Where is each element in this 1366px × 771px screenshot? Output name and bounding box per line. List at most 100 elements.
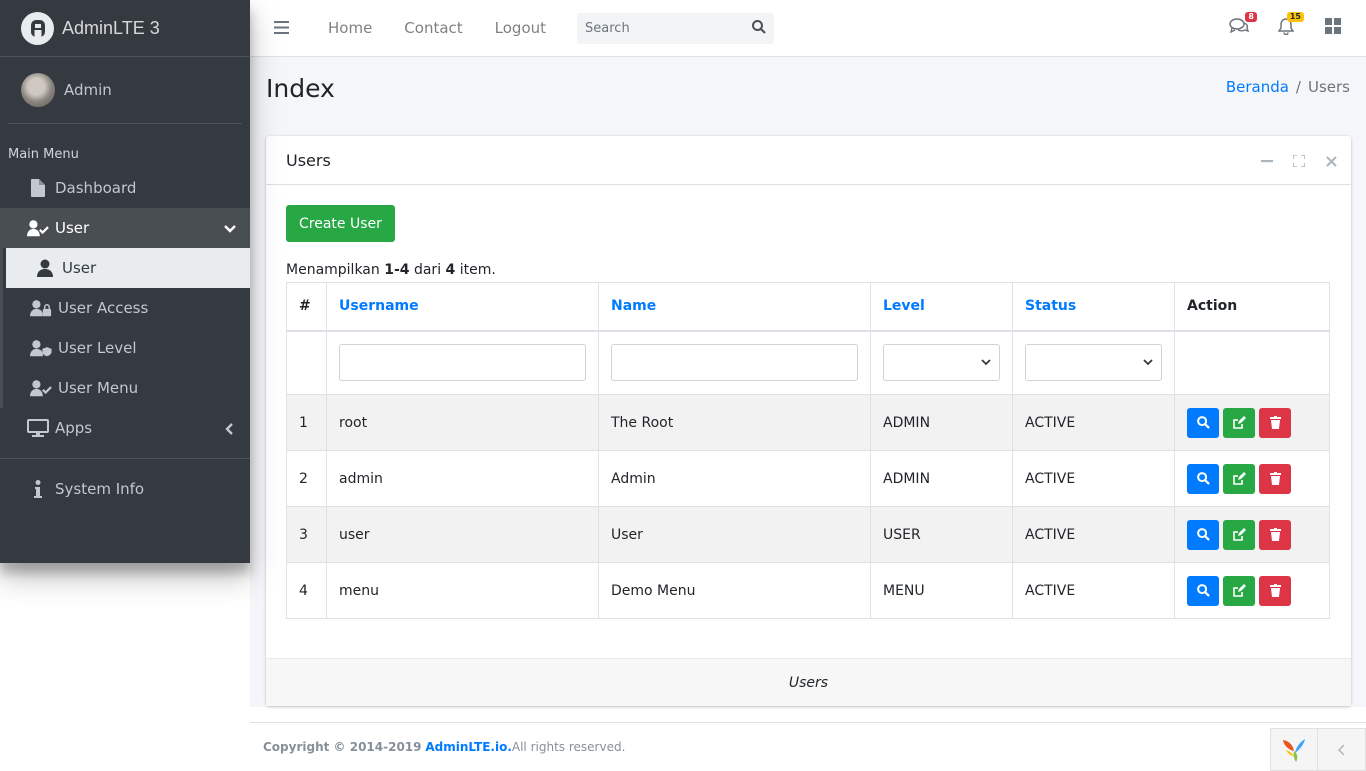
users-table: # Username Name Level Status Action 1 ro… xyxy=(286,282,1330,619)
sort-status-link[interactable]: Status xyxy=(1025,298,1076,314)
chevron-down-icon xyxy=(981,359,991,366)
user-shield-icon xyxy=(30,338,52,358)
nav-link-logout[interactable]: Logout xyxy=(495,19,546,37)
info-icon xyxy=(27,479,49,499)
create-user-button[interactable]: Create User xyxy=(286,205,395,242)
users-card: Users Create User Menampilkan 1-4 dari 4… xyxy=(266,136,1351,706)
card-header: Users xyxy=(266,136,1351,185)
column-header-name[interactable]: Name xyxy=(598,282,871,332)
sidebar-item-label: Dashboard xyxy=(55,179,137,197)
cell-username: admin xyxy=(326,450,599,507)
chevron-down-icon xyxy=(224,221,236,239)
messages-badge: 8 xyxy=(1245,12,1257,22)
sort-name-link[interactable]: Name xyxy=(611,298,656,314)
delete-button[interactable] xyxy=(1259,575,1291,606)
copyright-text: Copyright © 2014-2019 xyxy=(263,739,422,754)
user-submenu: User User Access User Level User Menu xyxy=(0,248,250,408)
search-icon[interactable] xyxy=(752,19,766,38)
sidebar-item-system-info[interactable]: System Info xyxy=(0,469,250,509)
filter-cell xyxy=(870,330,1013,395)
notifications-badge: 15 xyxy=(1286,12,1304,22)
cell-action xyxy=(1174,506,1330,563)
column-header-number: # xyxy=(286,282,327,332)
breadcrumb-home-link[interactable]: Beranda xyxy=(1226,78,1289,96)
table-row: 3 user User USER ACTIVE xyxy=(286,506,1330,563)
view-button[interactable] xyxy=(1187,463,1219,494)
summary-prefix: Menampilkan xyxy=(286,262,385,278)
menu-header: Main Menu xyxy=(8,147,79,162)
filter-row xyxy=(286,330,1330,395)
edit-button[interactable] xyxy=(1223,463,1255,494)
expand-icon[interactable] xyxy=(1291,153,1307,169)
edit-button[interactable] xyxy=(1223,519,1255,550)
file-icon xyxy=(27,178,49,198)
sidebar-item-user-group[interactable]: User xyxy=(0,208,250,248)
delete-button[interactable] xyxy=(1259,519,1291,550)
rights-text: All rights reserved. xyxy=(511,739,626,754)
view-button[interactable] xyxy=(1187,407,1219,438)
breadcrumb-current: Users xyxy=(1307,78,1350,96)
nav-link-home[interactable]: Home xyxy=(328,19,372,37)
table-row: 1 root The Root ADMIN ACTIVE xyxy=(286,394,1330,451)
name-filter-input[interactable] xyxy=(611,344,858,382)
cell-name: User xyxy=(598,506,871,563)
column-header-username[interactable]: Username xyxy=(326,282,599,332)
control-sidebar-button[interactable] xyxy=(1322,17,1344,39)
yii-logo-icon[interactable] xyxy=(1271,729,1319,770)
content-wrapper: Index Beranda / Users Users Create User Me… xyxy=(250,57,1366,707)
cell-number: 1 xyxy=(286,394,327,451)
grid-summary: Menampilkan 1-4 dari 4 item. xyxy=(286,262,1331,278)
sidebar-item-apps[interactable]: Apps xyxy=(0,408,250,448)
notifications-button[interactable]: 15 xyxy=(1275,12,1304,39)
close-icon[interactable] xyxy=(1323,153,1339,169)
filter-cell xyxy=(1174,330,1330,395)
sidebar-item-user-menu[interactable]: User Menu xyxy=(3,368,250,408)
edit-button[interactable] xyxy=(1223,407,1255,438)
column-header-level[interactable]: Level xyxy=(870,282,1013,332)
filter-cell xyxy=(1012,330,1175,395)
cell-action xyxy=(1174,562,1330,619)
status-filter-select[interactable] xyxy=(1025,344,1162,382)
username-filter-input[interactable] xyxy=(339,344,586,382)
page-footer: Copyright © 2014-2019 AdminLTE.io. All r… xyxy=(250,722,1366,771)
filter-cell xyxy=(598,330,871,395)
level-filter-select[interactable] xyxy=(883,344,1000,382)
sidebar-item-label: User Access xyxy=(58,299,149,317)
user-panel[interactable]: Admin xyxy=(8,57,242,124)
th-large-icon xyxy=(1325,18,1341,38)
adminlte-link[interactable]: AdminLTE.io. xyxy=(425,740,512,754)
chevron-left-icon[interactable] xyxy=(1318,729,1365,770)
edit-button[interactable] xyxy=(1223,575,1255,606)
sidebar-item-user[interactable]: User xyxy=(6,248,250,288)
view-button[interactable] xyxy=(1187,575,1219,606)
sidebar: AdminLTE 3 Admin Main Menu Dashboard Use… xyxy=(0,0,250,563)
nav-link-contact[interactable]: Contact xyxy=(404,19,462,37)
search-icon xyxy=(1196,584,1210,597)
view-button[interactable] xyxy=(1187,519,1219,550)
sidebar-item-user-level[interactable]: User Level xyxy=(3,328,250,368)
page-title: Index xyxy=(266,74,335,103)
chevron-down-icon xyxy=(1143,359,1153,366)
sort-level-link[interactable]: Level xyxy=(883,298,925,314)
filter-cell xyxy=(286,330,327,395)
menu-toggle-icon[interactable] xyxy=(274,19,290,38)
sidebar-item-user-access[interactable]: User Access xyxy=(3,288,250,328)
minus-icon[interactable] xyxy=(1259,153,1275,169)
column-header-status[interactable]: Status xyxy=(1012,282,1175,332)
sidebar-item-dashboard[interactable]: Dashboard xyxy=(0,168,250,208)
search-icon xyxy=(1196,416,1210,429)
messages-button[interactable]: 8 xyxy=(1228,12,1257,39)
brand-text: AdminLTE 3 xyxy=(62,17,160,38)
brand-link[interactable]: AdminLTE 3 xyxy=(0,0,250,57)
edit-icon xyxy=(1233,583,1246,597)
cell-username: root xyxy=(326,394,599,451)
cell-username: menu xyxy=(326,562,599,619)
search-input[interactable]: Search xyxy=(577,12,775,44)
sidebar-item-label: User Level xyxy=(58,339,137,357)
sort-username-link[interactable]: Username xyxy=(339,298,419,314)
delete-button[interactable] xyxy=(1259,463,1291,494)
cell-name: The Root xyxy=(598,394,871,451)
cell-number: 3 xyxy=(286,506,327,563)
filter-cell xyxy=(326,330,599,395)
delete-button[interactable] xyxy=(1259,407,1291,438)
